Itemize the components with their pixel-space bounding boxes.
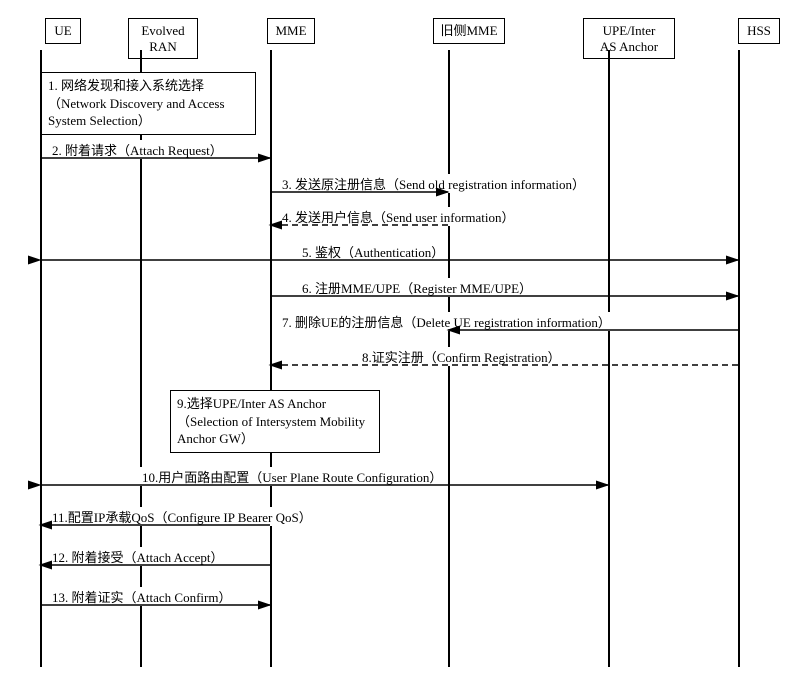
- step-9-box: 9.选择UPE/Inter AS Anchor （Selection of In…: [170, 390, 380, 453]
- lifeline-mme: [270, 50, 272, 667]
- lifeline-ue: [40, 50, 42, 667]
- step-5-label: 5. 鉴权（Authentication）: [300, 242, 446, 261]
- step-1-box: 1. 网络发现和接入系统选择 （Network Discovery and Ac…: [41, 72, 256, 135]
- actor-oldmme: 旧侧MME: [433, 18, 505, 44]
- lifeline-hss: [738, 50, 740, 667]
- step-8-label: 8.证实注册（Confirm Registration）: [360, 347, 563, 366]
- step-13-label: 13. 附着证实（Attach Confirm）: [50, 587, 233, 606]
- step-4-label: 4. 发送用户信息（Send user information）: [280, 207, 517, 226]
- step-6-label: 6. 注册MME/UPE（Register MME/UPE）: [300, 278, 534, 297]
- step-3-label: 3. 发送原注册信息（Send old registration informa…: [280, 174, 587, 193]
- step-10-label: 10.用户面路由配置（User Plane Route Configuratio…: [140, 467, 444, 486]
- step-7-label: 7. 删除UE的注册信息（Delete UE registration info…: [280, 312, 613, 331]
- step-2-label: 2. 附着请求（Attach Request）: [50, 140, 225, 159]
- actor-row: UE Evolved RAN MME 旧侧MME UPE/Inter AS An…: [20, 10, 780, 60]
- actor-ue: UE: [45, 18, 81, 44]
- step-11-label: 11.配置IP承载QoS（Configure IP Bearer QoS）: [50, 507, 314, 526]
- step-12-label: 12. 附着接受（Attach Accept）: [50, 547, 226, 566]
- lifeline-upe: [608, 50, 610, 667]
- actor-eran: Evolved RAN: [128, 18, 198, 59]
- actor-mme: MME: [267, 18, 315, 44]
- actor-upe: UPE/Inter AS Anchor: [583, 18, 675, 59]
- sequence-diagram: UE Evolved RAN MME 旧侧MME UPE/Inter AS An…: [0, 0, 800, 677]
- actor-hss: HSS: [738, 18, 780, 44]
